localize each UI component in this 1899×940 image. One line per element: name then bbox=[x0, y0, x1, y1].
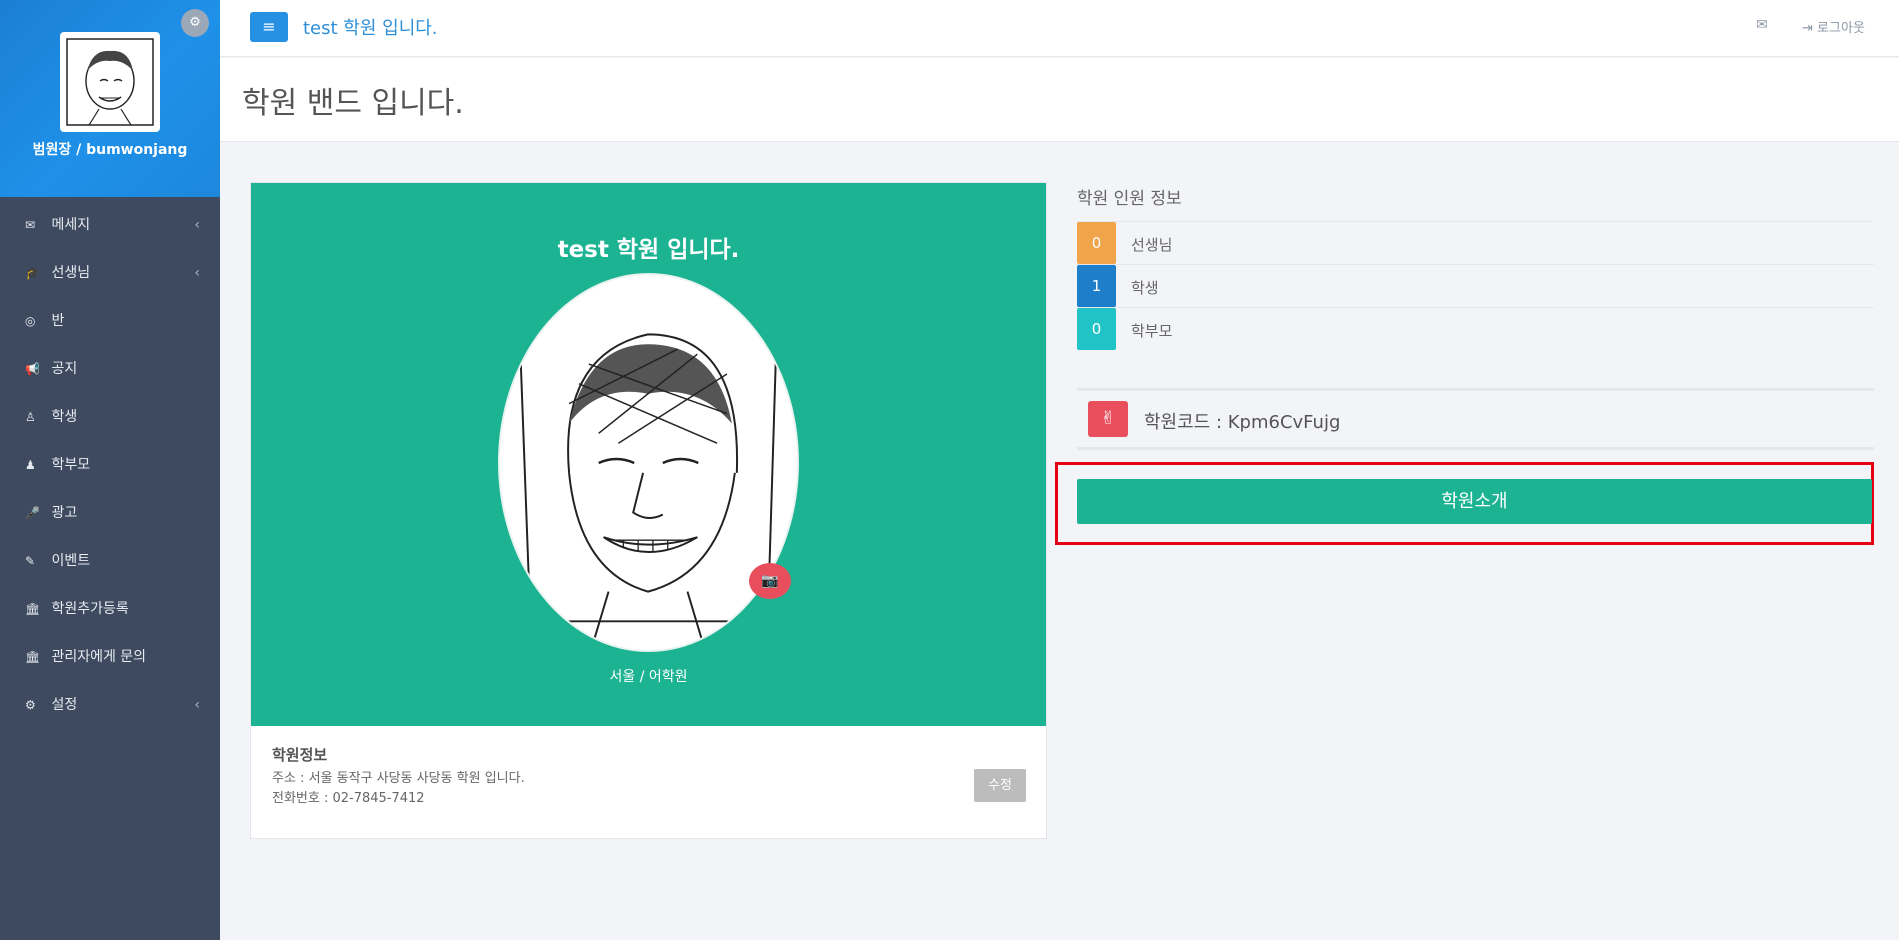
envelope-icon: ✉ bbox=[25, 218, 36, 232]
top-navbar: ≡ test 학원 입니다. ✉ ⇥ 로그아웃 bbox=[220, 0, 1899, 57]
sidebar-item-messages[interactable]: ✉ 메세지 ‹ bbox=[0, 201, 220, 249]
sidebar-item-label: 학생 bbox=[51, 409, 78, 425]
sidebar-item-settings[interactable]: ⚙ 설정 ‹ bbox=[0, 681, 220, 729]
academy-phone: 전화번호 : 02-7845-7412 bbox=[272, 791, 425, 806]
sidebar-item-label: 공지 bbox=[51, 361, 78, 377]
page-title: 학원 밴드 입니다. bbox=[242, 86, 464, 121]
gear-icon[interactable]: ⚙ bbox=[181, 9, 209, 37]
avatar[interactable] bbox=[60, 32, 160, 132]
sidebar-item-notice[interactable]: 📢 공지 bbox=[0, 345, 220, 393]
microphone-icon: 🎤 bbox=[25, 506, 40, 520]
magic-wand-icon: ✎ bbox=[25, 554, 36, 568]
sidebar-item-label: 광고 bbox=[51, 505, 78, 521]
logout-button[interactable]: ⇥ 로그아웃 bbox=[1802, 17, 1865, 36]
gear-icon: ⚙ bbox=[25, 698, 36, 712]
stat-label: 학부모 bbox=[1131, 322, 1173, 340]
academy-stats-panel: 학원 인원 정보 0 선생님 1 학생 0 학부모 ✌ 학원코드 : Kpm6C… bbox=[1077, 182, 1874, 450]
academy-code-text: 학원코드 : Kpm6CvFujg bbox=[1144, 412, 1341, 433]
sidebar-menu: ✉ 메세지 ‹ 🎓 선생님 ‹ ◎ 반 📢 공지 ♙ 학생 ♟ 학부모 🎤 광고 bbox=[0, 201, 220, 729]
academy-address: 주소 : 서울 동작구 사당동 사당동 학원 입니다. bbox=[272, 771, 525, 786]
stat-row-teachers: 0 선생님 bbox=[1077, 221, 1874, 264]
bullseye-icon: ◎ bbox=[25, 314, 36, 328]
academy-code-box: ✌ 학원코드 : Kpm6CvFujg bbox=[1077, 388, 1874, 450]
sidebar-item-label: 메세지 bbox=[51, 217, 91, 233]
chevron-left-icon: ‹ bbox=[194, 265, 200, 281]
institution-icon: 🏛 bbox=[25, 650, 41, 664]
sidebar-item-parents[interactable]: ♟ 학부모 bbox=[0, 441, 220, 489]
sidebar-item-label: 선생님 bbox=[51, 265, 91, 281]
academy-location: 서울 / 어학원 bbox=[609, 669, 688, 685]
academy-intro-button[interactable]: 학원소개 bbox=[1077, 479, 1872, 524]
stat-row-students: 1 학생 bbox=[1077, 264, 1874, 307]
sidebar-item-events[interactable]: ✎ 이벤트 bbox=[0, 537, 220, 585]
stat-label: 학생 bbox=[1131, 279, 1159, 297]
academy-info-title: 학원정보 bbox=[272, 746, 328, 764]
sidebar-profile: ⚙ 범원장 / bumwonjang bbox=[0, 0, 220, 197]
stat-count-badge: 0 bbox=[1077, 308, 1116, 350]
edit-button[interactable]: 수정 bbox=[974, 769, 1026, 802]
academy-photo bbox=[498, 273, 799, 652]
sidebar-item-contact-admin[interactable]: 🏛 관리자에게 문의 bbox=[0, 633, 220, 681]
sidebar-item-label: 학부모 bbox=[51, 457, 91, 473]
academy-hero: test 학원 입니다. 📷 서울 / 어학원 bbox=[251, 183, 1046, 726]
navbar-title[interactable]: test 학원 입니다. bbox=[303, 14, 438, 40]
child-icon: ♙ bbox=[25, 410, 36, 424]
chevron-left-icon: ‹ bbox=[194, 697, 200, 713]
institution-icon: 🏛 bbox=[25, 602, 41, 616]
page-header: 학원 밴드 입니다. bbox=[220, 58, 1899, 142]
sidebar: ⚙ 범원장 / bumwonjang ✉ 메세지 ‹ 🎓 선생님 ‹ ◎ 반 📢… bbox=[0, 0, 220, 940]
sidebar-item-students[interactable]: ♙ 학생 bbox=[0, 393, 220, 441]
chevron-left-icon: ‹ bbox=[194, 217, 200, 233]
user-name: 범원장 / bumwonjang bbox=[32, 142, 188, 158]
academy-profile-card: test 학원 입니다. 📷 서울 / 어학원 학원정보 주소 : 서울 동작구… bbox=[250, 182, 1047, 839]
stat-label: 선생님 bbox=[1131, 236, 1173, 254]
sidebar-item-label: 관리자에게 문의 bbox=[51, 649, 147, 665]
sidebar-item-label: 반 bbox=[51, 313, 65, 329]
sidebar-item-add-academy[interactable]: 🏛 학원추가등록 bbox=[0, 585, 220, 633]
sidebar-item-ads[interactable]: 🎤 광고 bbox=[0, 489, 220, 537]
stat-count-badge: 1 bbox=[1077, 265, 1116, 307]
intro-button-highlight: 학원소개 bbox=[1055, 462, 1874, 545]
menu-toggle-button[interactable]: ≡ bbox=[250, 12, 288, 42]
graduation-cap-icon: 🎓 bbox=[25, 266, 40, 280]
sidebar-item-class[interactable]: ◎ 반 bbox=[0, 297, 220, 345]
sidebar-item-label: 이벤트 bbox=[51, 553, 91, 569]
victory-hand-icon: ✌ bbox=[1088, 401, 1128, 437]
sidebar-item-label: 설정 bbox=[51, 697, 78, 713]
stats-title: 학원 인원 정보 bbox=[1077, 189, 1182, 209]
sidebar-item-label: 학원추가등록 bbox=[51, 601, 129, 617]
stat-row-parents: 0 학부모 bbox=[1077, 307, 1874, 350]
academy-info: 학원정보 주소 : 서울 동작구 사당동 사당동 학원 입니다. 전화번호 : … bbox=[251, 726, 1046, 827]
stat-count-badge: 0 bbox=[1077, 222, 1116, 264]
bullhorn-icon: 📢 bbox=[25, 362, 40, 376]
camera-icon[interactable]: 📷 bbox=[749, 563, 791, 599]
sidebar-item-teachers[interactable]: 🎓 선생님 ‹ bbox=[0, 249, 220, 297]
envelope-icon[interactable]: ✉ bbox=[1756, 17, 1768, 33]
male-icon: ♟ bbox=[25, 458, 36, 472]
academy-name: test 학원 입니다. bbox=[557, 237, 740, 263]
